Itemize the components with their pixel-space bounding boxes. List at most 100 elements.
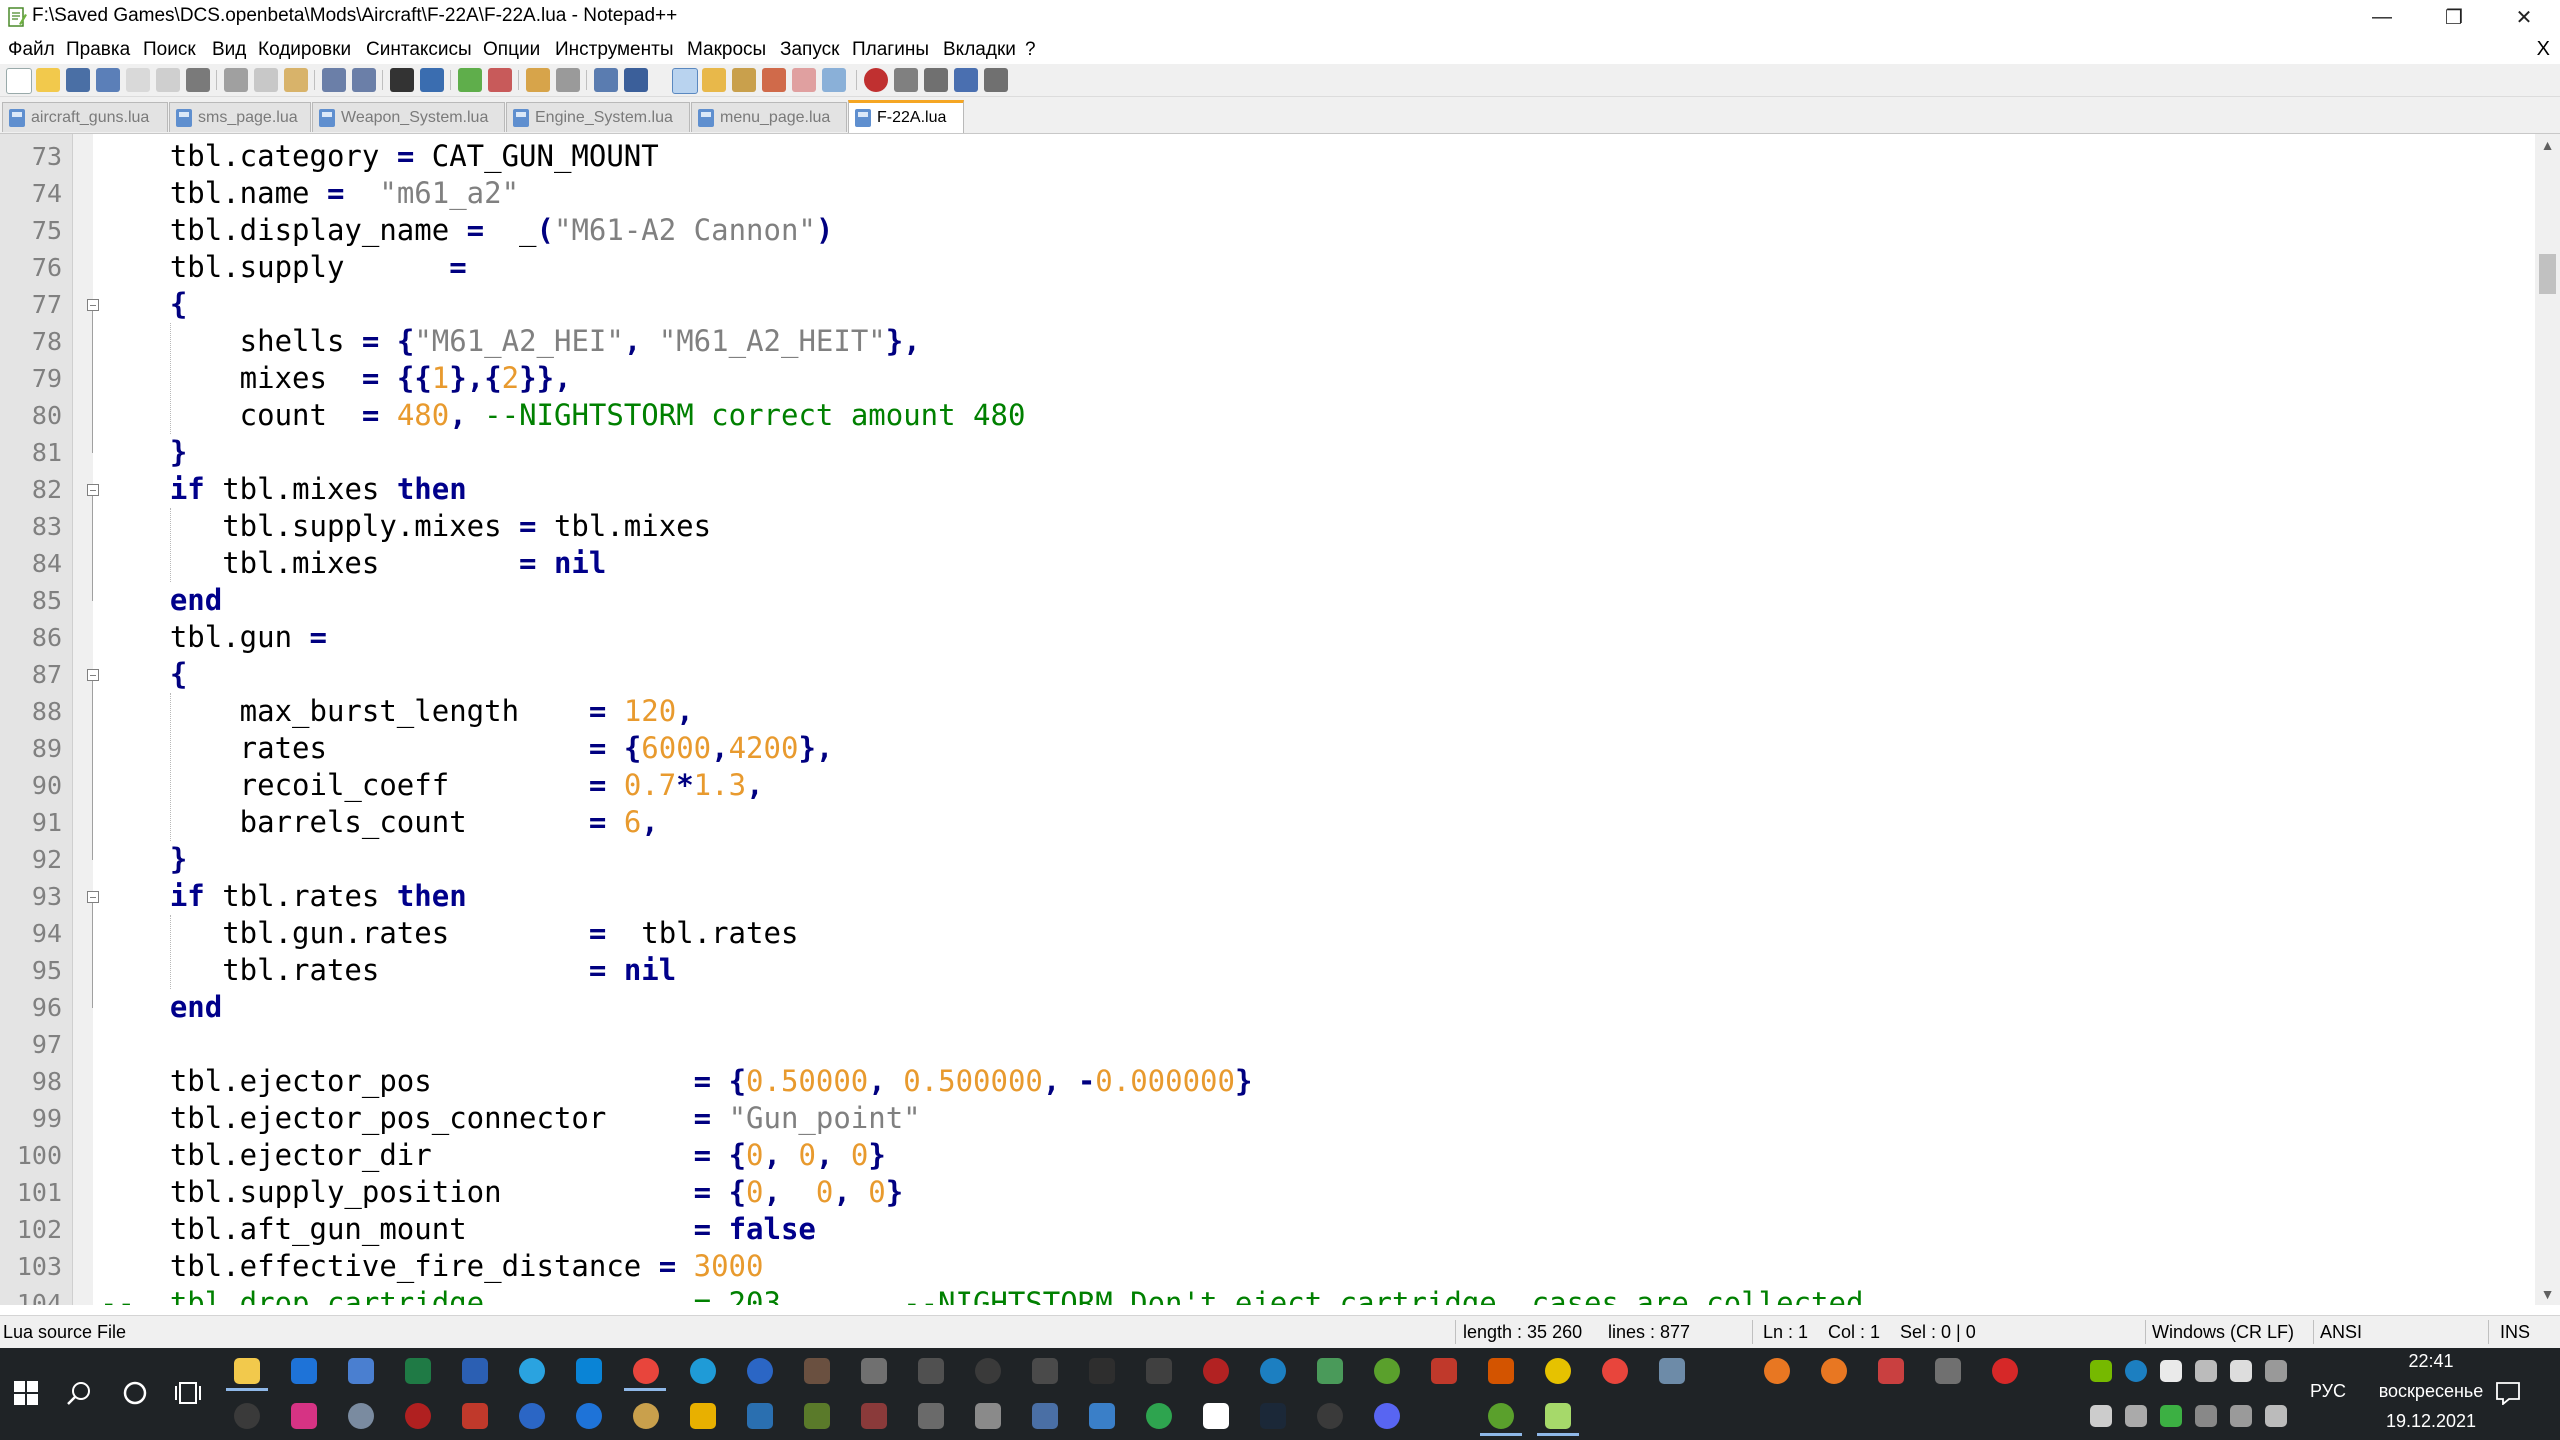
menu-encoding[interactable]: Кодировки bbox=[258, 39, 351, 61]
sync-horizontal-icon[interactable] bbox=[556, 68, 580, 92]
tab-sms-page[interactable]: sms_page.lua bbox=[169, 102, 311, 132]
monitoring-icon[interactable] bbox=[822, 68, 846, 92]
code-line[interactable]: 76 tbl.supply = bbox=[0, 249, 2535, 286]
download-app-icon[interactable] bbox=[462, 1403, 488, 1429]
run-macro-multiple-icon[interactable] bbox=[954, 68, 978, 92]
edge-icon[interactable] bbox=[690, 1358, 716, 1384]
user-language-icon[interactable] bbox=[702, 68, 726, 92]
save-icon[interactable] bbox=[66, 68, 90, 92]
code-line[interactable]: 82 if tbl.mixes then bbox=[0, 471, 2535, 508]
task-view-icon[interactable] bbox=[174, 1380, 202, 1406]
windows-start-icon[interactable] bbox=[14, 1381, 38, 1405]
globe-app-icon[interactable] bbox=[1317, 1358, 1343, 1384]
vertical-scrollbar[interactable]: ▲ ▼ bbox=[2535, 134, 2560, 1305]
pen-tray-icon[interactable] bbox=[2230, 1360, 2252, 1382]
messenger-icon[interactable] bbox=[747, 1358, 773, 1384]
open-file-icon[interactable] bbox=[36, 68, 60, 92]
burn-app-2-icon[interactable] bbox=[1821, 1358, 1847, 1384]
code-line[interactable]: 78 shells = {"M61_A2_HEI", "M61_A2_HEIT"… bbox=[0, 323, 2535, 360]
documents-app-icon[interactable] bbox=[1089, 1403, 1115, 1429]
volume-icon[interactable] bbox=[2265, 1405, 2287, 1427]
code-line[interactable]: 99 tbl.ejector_pos_connector = "Gun_poin… bbox=[0, 1100, 2535, 1137]
network-app-icon[interactable] bbox=[519, 1403, 545, 1429]
zoom-out-icon[interactable] bbox=[488, 68, 512, 92]
pen-tool-icon[interactable] bbox=[861, 1358, 887, 1384]
code-line[interactable]: 96 end bbox=[0, 989, 2535, 1026]
code-line[interactable]: 95 tbl.rates = nil bbox=[0, 952, 2535, 989]
code-line[interactable]: 90 recoil_coeff = 0.7*1.3, bbox=[0, 767, 2535, 804]
fold-toggle-icon[interactable] bbox=[87, 299, 99, 311]
menu-language[interactable]: Синтаксисы bbox=[366, 39, 472, 61]
sync-vertical-icon[interactable] bbox=[526, 68, 550, 92]
cortana-icon[interactable] bbox=[122, 1380, 148, 1406]
code-line[interactable]: 103 tbl.effective_fire_distance = 3000 bbox=[0, 1248, 2535, 1285]
word-wrap-icon[interactable] bbox=[594, 68, 618, 92]
speaker-muted-icon[interactable] bbox=[2230, 1405, 2252, 1427]
scroll-down-icon[interactable]: ▼ bbox=[2535, 1283, 2560, 1305]
video-call-app-icon[interactable] bbox=[1203, 1403, 1229, 1429]
clock-app-icon[interactable] bbox=[234, 1403, 260, 1429]
aircraft-app-icon[interactable] bbox=[918, 1358, 944, 1384]
menu-file[interactable]: Файл bbox=[8, 39, 55, 61]
minimize-button[interactable]: — bbox=[2346, 0, 2418, 34]
security-app-icon[interactable] bbox=[405, 1403, 431, 1429]
chrome-icon[interactable] bbox=[633, 1358, 659, 1384]
scroll-up-icon[interactable]: ▲ bbox=[2535, 134, 2560, 156]
phone-app-icon[interactable] bbox=[1146, 1403, 1172, 1429]
fold-toggle-icon[interactable] bbox=[87, 484, 99, 496]
tab-weapon-system[interactable]: Weapon_System.lua bbox=[312, 102, 505, 132]
android-studio-icon[interactable] bbox=[1488, 1403, 1514, 1429]
tool-app-icon[interactable] bbox=[1146, 1358, 1172, 1384]
clock-date[interactable]: 19.12.2021 bbox=[2366, 1411, 2496, 1432]
ccleaner-icon[interactable] bbox=[1260, 1358, 1286, 1384]
code-line[interactable]: 101 tbl.supply_position = {0, 0, 0} bbox=[0, 1174, 2535, 1211]
code-line[interactable]: 75 tbl.display_name = _("M61-A2 Cannon") bbox=[0, 212, 2535, 249]
menu-window[interactable]: Вкладки bbox=[943, 39, 1016, 61]
telegram-icon[interactable] bbox=[519, 1358, 545, 1384]
calculator-icon[interactable] bbox=[1032, 1403, 1058, 1429]
close-all-icon[interactable] bbox=[156, 68, 180, 92]
onedrive-icon[interactable] bbox=[576, 1358, 602, 1384]
code-editor[interactable]: 73 tbl.category = CAT_GUN_MOUNT 74 tbl.na… bbox=[0, 134, 2535, 1305]
game-controller-icon[interactable] bbox=[1317, 1403, 1343, 1429]
code-line[interactable]: 85 end bbox=[0, 582, 2535, 619]
code-line[interactable]: 89 rates = {6000,4200}, bbox=[0, 730, 2535, 767]
code-line[interactable]: 77 { bbox=[0, 286, 2535, 323]
replace-icon[interactable] bbox=[420, 68, 444, 92]
nvidia-icon[interactable] bbox=[2090, 1360, 2112, 1382]
menu-search[interactable]: Поиск bbox=[143, 39, 196, 61]
code-line[interactable]: 97 bbox=[0, 1026, 2535, 1063]
record-app-icon[interactable] bbox=[1203, 1358, 1229, 1384]
menu-help[interactable]: ? bbox=[1025, 39, 1036, 61]
discord-icon[interactable] bbox=[1374, 1403, 1400, 1429]
copy-icon[interactable] bbox=[254, 68, 278, 92]
people-app-icon[interactable] bbox=[1935, 1358, 1961, 1384]
steam-icon[interactable] bbox=[1260, 1403, 1286, 1429]
code-line[interactable]: 94 tbl.gun.rates = tbl.rates bbox=[0, 915, 2535, 952]
ccleaner-tray-icon[interactable] bbox=[2125, 1360, 2147, 1382]
code-line[interactable]: 91 barrels_count = 6, bbox=[0, 804, 2535, 841]
show-all-characters-icon[interactable] bbox=[624, 68, 648, 92]
clock-time[interactable]: 22:41 bbox=[2366, 1351, 2496, 1372]
notification-center-icon[interactable] bbox=[2495, 1381, 2521, 1405]
zoom-in-icon[interactable] bbox=[458, 68, 482, 92]
menu-view[interactable]: Вид bbox=[212, 39, 246, 61]
code-line[interactable]: 104 -- tbl.drop_cartridge = 203 --NIGHTST… bbox=[0, 1285, 2535, 1305]
document-map-icon[interactable] bbox=[732, 68, 756, 92]
burn-app-icon[interactable] bbox=[1764, 1358, 1790, 1384]
print-icon[interactable] bbox=[186, 68, 210, 92]
blocks-app-icon[interactable] bbox=[1878, 1358, 1904, 1384]
tab-menu-page[interactable]: menu_page.lua bbox=[691, 102, 847, 132]
word-icon[interactable] bbox=[462, 1358, 488, 1384]
vpn-app-icon[interactable] bbox=[633, 1403, 659, 1429]
new-file-icon[interactable] bbox=[6, 68, 32, 94]
rss-app-icon[interactable] bbox=[918, 1403, 944, 1429]
excel-icon[interactable] bbox=[405, 1358, 431, 1384]
folder-as-workspace-icon[interactable] bbox=[792, 68, 816, 92]
tab-engine-system[interactable]: Engine_System.lua bbox=[506, 102, 690, 132]
code-line[interactable]: 92 } bbox=[0, 841, 2535, 878]
code-line[interactable]: 86 tbl.gun = bbox=[0, 619, 2535, 656]
notes-app-icon[interactable] bbox=[348, 1358, 374, 1384]
save-macro-icon[interactable] bbox=[984, 68, 1008, 92]
code-line[interactable]: 80 count = 480, --NIGHTSTORM correct amo… bbox=[0, 397, 2535, 434]
